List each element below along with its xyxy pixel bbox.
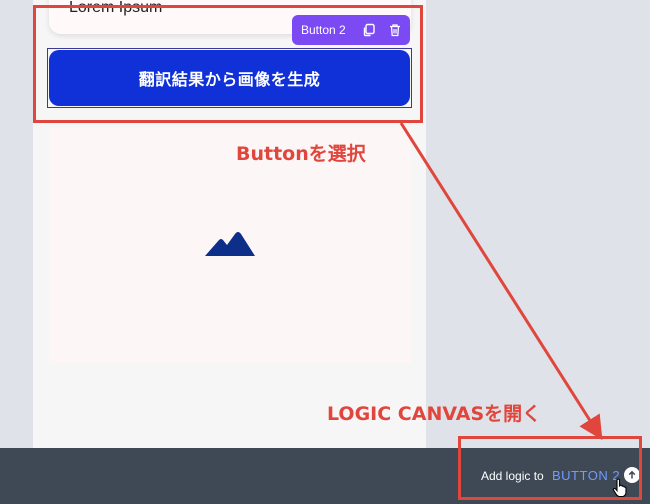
annotation-arrow: [399, 122, 603, 441]
